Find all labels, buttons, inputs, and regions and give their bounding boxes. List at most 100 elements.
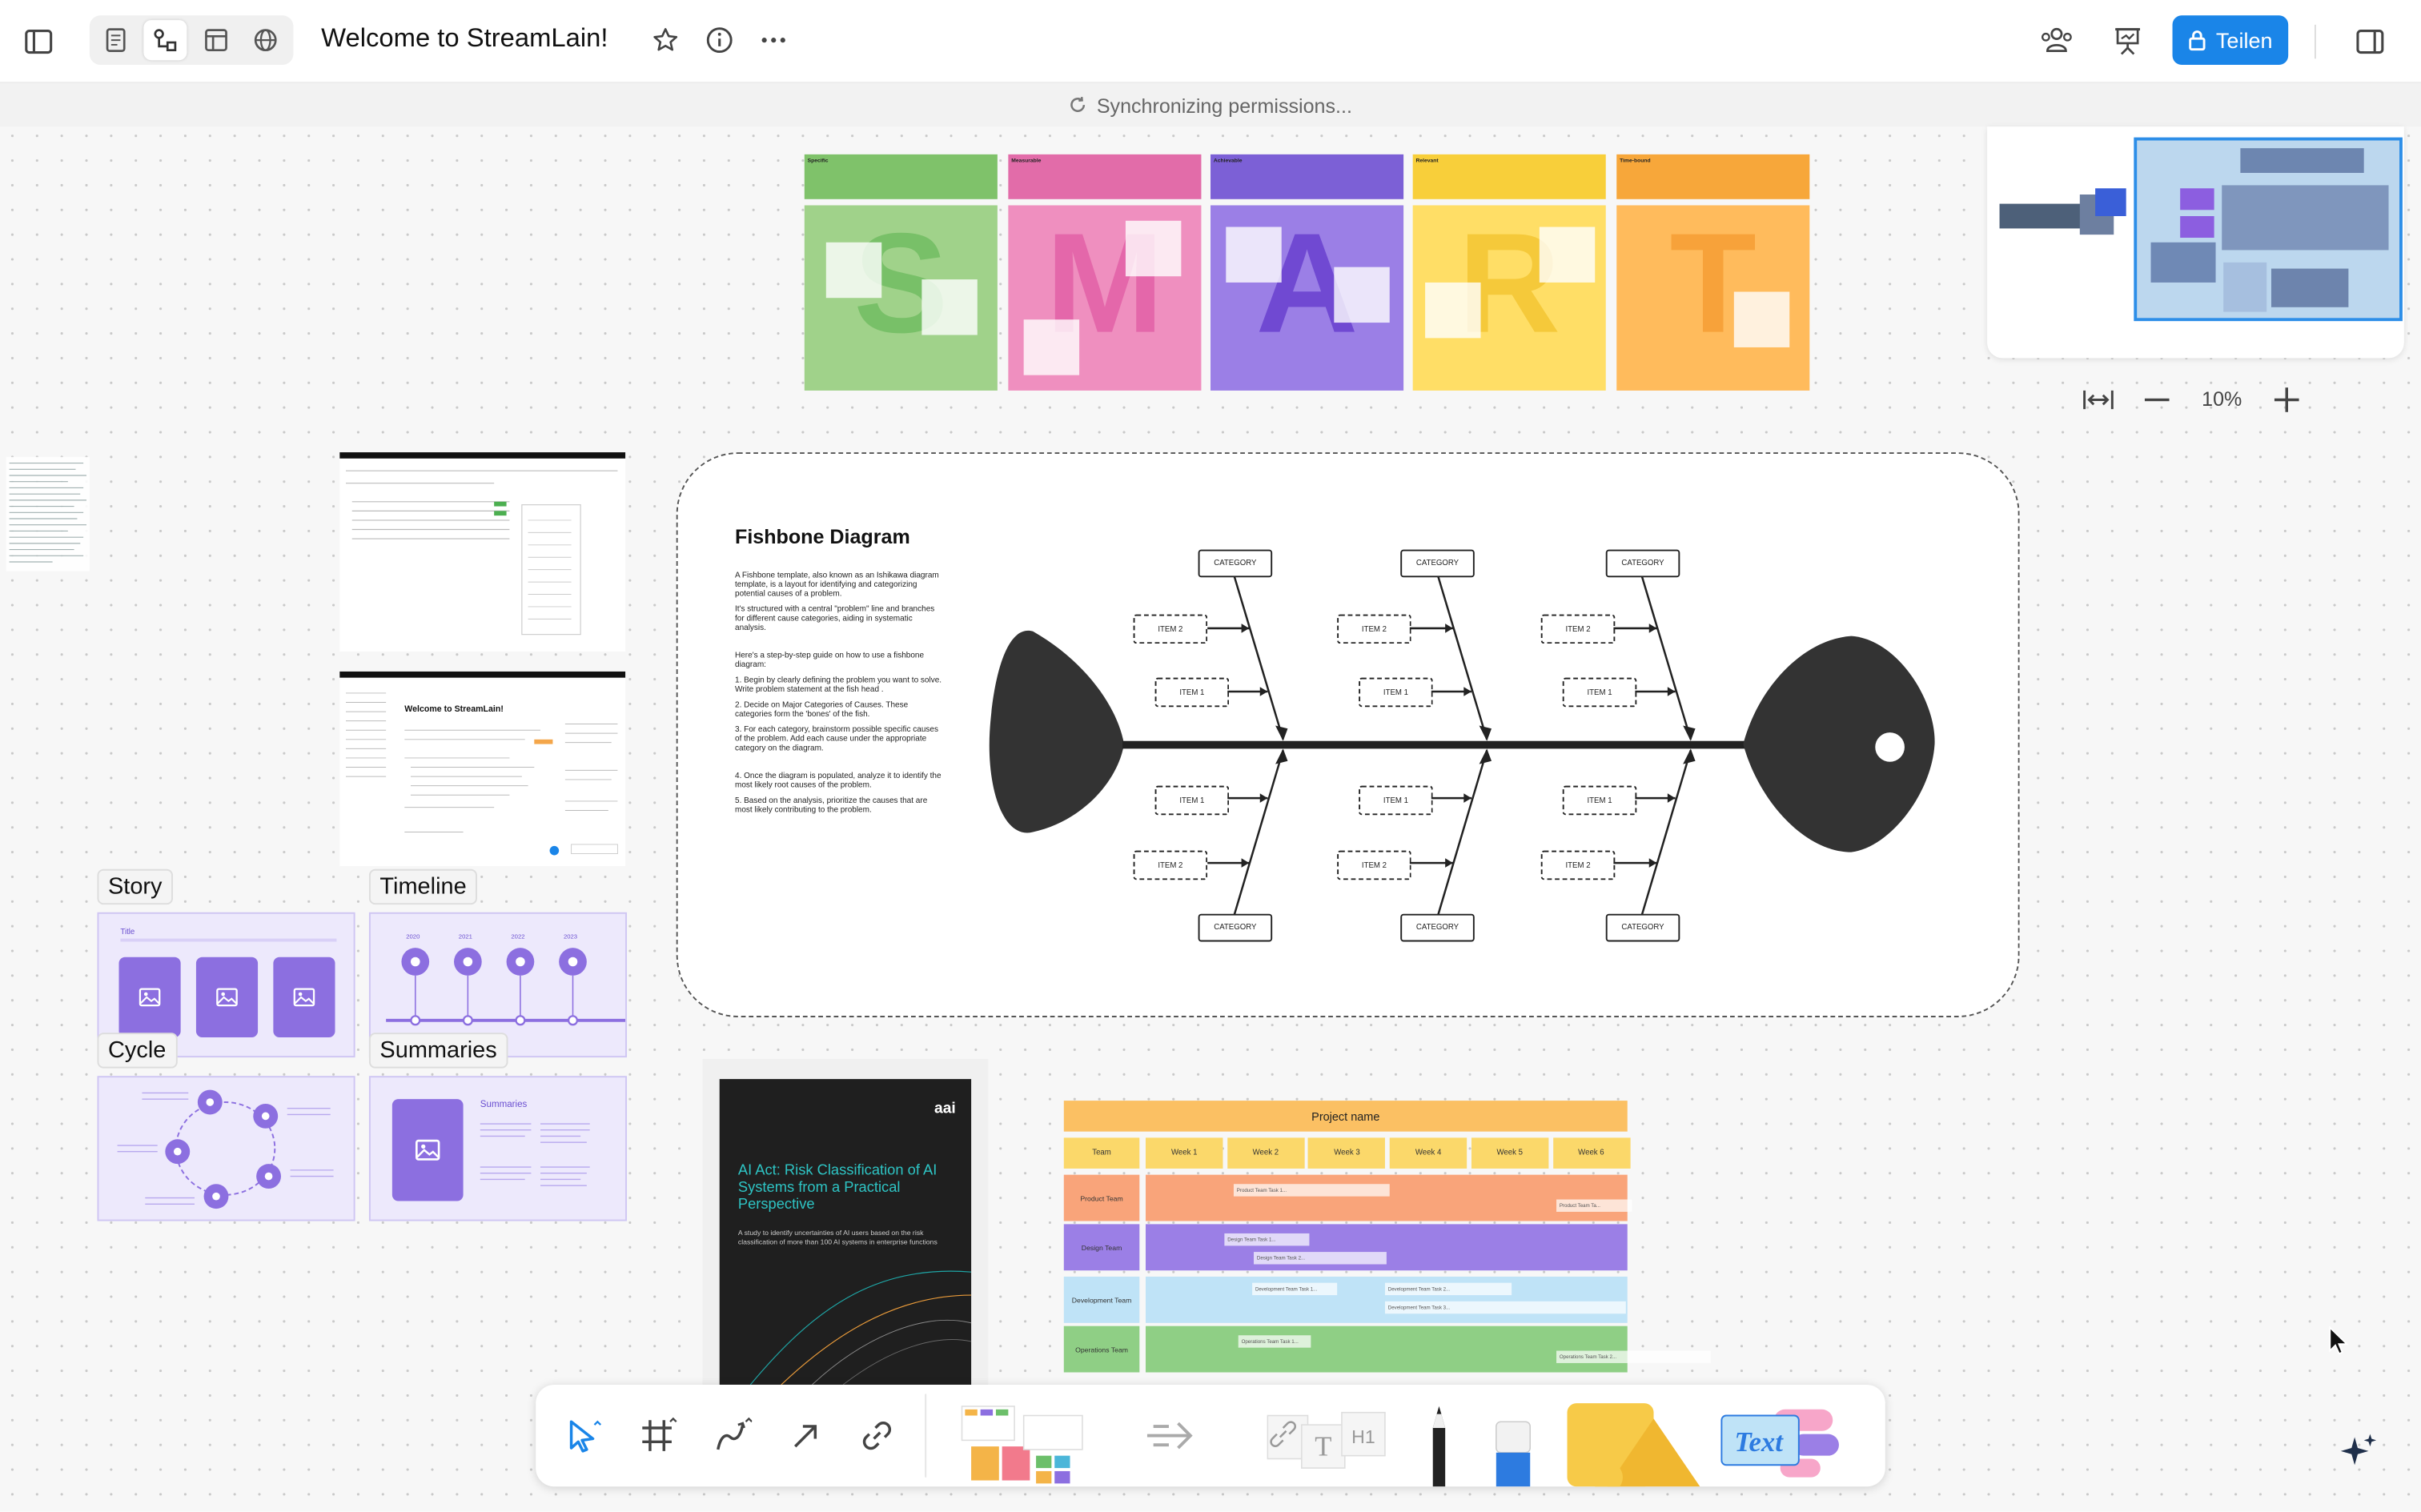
sticky-note[interactable]: [1125, 220, 1182, 277]
screenshot-doc-preview[interactable]: Welcome to StreamLain!: [339, 671, 626, 866]
pen-tool-icon[interactable]: [1416, 1400, 1463, 1487]
zoom-level[interactable]: 10%: [2188, 387, 2256, 411]
gantt-lane: Operations Team Task 1... Operations Team…: [1146, 1326, 1711, 1373]
zoom-in-icon[interactable]: [2268, 383, 2305, 416]
category-box[interactable]: CATEGORY: [1400, 913, 1475, 942]
category-box[interactable]: CATEGORY: [1605, 913, 1680, 942]
zoom-out-icon[interactable]: [2138, 383, 2175, 416]
cycle-template-card[interactable]: [97, 1076, 355, 1221]
item-box[interactable]: ITEM 2: [1133, 614, 1208, 644]
smart-column[interactable]: Specific S: [804, 154, 998, 391]
image-placeholder-icon: [118, 957, 181, 1038]
document-thumbnail[interactable]: [6, 456, 90, 572]
eraser-tool-icon[interactable]: [1487, 1416, 1540, 1487]
item-box[interactable]: ITEM 1: [1154, 785, 1230, 816]
connector-tool-icon[interactable]: [709, 1413, 755, 1459]
gantt-row[interactable]: Product Team Product Team Task 1... Produc…: [1063, 1174, 1632, 1221]
gantt-task-bar[interactable]: Development Team Task 2...: [1384, 1282, 1512, 1296]
view-mode-switcher: [89, 15, 294, 66]
shapes-tool-icon[interactable]: [1561, 1400, 1703, 1487]
item-box[interactable]: ITEM 1: [1154, 677, 1230, 708]
templates-tool-icon[interactable]: [956, 1400, 1089, 1486]
gantt-task-bar[interactable]: Operations Team Task 1...: [1238, 1335, 1311, 1348]
project-gantt[interactable]: Project name Team Week 1 Week 2 Week 3 Week …: [1063, 1101, 1711, 1375]
gantt-week-header: Week 3: [1308, 1137, 1386, 1169]
category-box[interactable]: CATEGORY: [1198, 913, 1273, 942]
svg-text:H1: H1: [1351, 1426, 1375, 1447]
gantt-task-bar[interactable]: Design Team Task 1...: [1224, 1233, 1310, 1246]
gantt-row[interactable]: Design Team Design Team Task 1... Design T…: [1063, 1224, 1628, 1271]
item-box[interactable]: ITEM 1: [1562, 677, 1637, 708]
sticky-note[interactable]: [1023, 319, 1080, 375]
item-box[interactable]: ITEM 2: [1337, 614, 1411, 644]
frame-tool-icon[interactable]: [635, 1413, 681, 1459]
text-stickers-tool-icon[interactable]: Text: [1719, 1400, 1842, 1480]
fit-to-screen-icon[interactable]: [2077, 383, 2120, 416]
smart-column[interactable]: Measurable M: [1008, 154, 1202, 391]
smart-column-header: Specific: [804, 154, 998, 199]
smart-column[interactable]: Achievable A: [1210, 154, 1404, 391]
link-tool-icon[interactable]: [854, 1413, 901, 1459]
category-box[interactable]: CATEGORY: [1198, 549, 1273, 578]
sticky-note[interactable]: [921, 279, 978, 335]
canvas[interactable]: Welcome to StreamLain! Teilen Synchroniz…: [0, 0, 2421, 1512]
sticky-note[interactable]: [1334, 267, 1390, 323]
more-options-icon[interactable]: [757, 23, 790, 57]
item-box[interactable]: ITEM 1: [1359, 677, 1433, 708]
flow-tool-icon[interactable]: [1141, 1413, 1202, 1459]
smart-column-body: T: [1616, 205, 1810, 391]
gantt-row[interactable]: Development Team Development Team Task 1.…: [1063, 1276, 1628, 1323]
collaborators-icon[interactable]: [2037, 20, 2077, 60]
zoom-controls: 10%: [2077, 379, 2308, 419]
ai-act-document[interactable]: aai AI Act: Risk Classification of AI Sy…: [702, 1059, 989, 1385]
item-box[interactable]: ITEM 1: [1359, 785, 1433, 816]
item-box[interactable]: ITEM 1: [1562, 785, 1637, 816]
divider: [2314, 24, 2316, 59]
arrow-tool-icon[interactable]: [783, 1413, 829, 1459]
category-box[interactable]: CATEGORY: [1605, 549, 1680, 578]
minimap[interactable]: [1987, 126, 2404, 359]
document-view-icon[interactable]: [94, 20, 138, 60]
share-button[interactable]: Teilen: [2172, 15, 2289, 66]
item-box[interactable]: ITEM 2: [1133, 850, 1208, 880]
gantt-task-bar[interactable]: Product Team Ta...: [1556, 1199, 1632, 1212]
screenshot-table-preview[interactable]: [339, 452, 626, 652]
sticky-note[interactable]: [1539, 227, 1596, 283]
gantt-task-bar[interactable]: Product Team Task 1...: [1233, 1184, 1390, 1197]
svg-text:Text: Text: [1734, 1426, 1784, 1458]
category-box[interactable]: CATEGORY: [1400, 549, 1475, 578]
sidebar-toggle-icon[interactable]: [18, 22, 58, 62]
gantt-task-bar[interactable]: Development Team Task 1...: [1252, 1282, 1338, 1296]
sticky-note[interactable]: [1425, 282, 1481, 339]
timeline-label: Timeline: [368, 868, 478, 905]
star-icon[interactable]: [648, 23, 682, 57]
share-button-label: Teilen: [2215, 27, 2273, 53]
gantt-task-bar[interactable]: Operations Team Task 2...: [1556, 1350, 1711, 1363]
gantt-task-bar[interactable]: Development Team Task 3...: [1384, 1301, 1626, 1314]
item-box[interactable]: ITEM 2: [1540, 850, 1616, 880]
layout-view-icon[interactable]: [195, 20, 238, 60]
smart-column[interactable]: Time-bound T: [1616, 154, 1810, 391]
sticky-note[interactable]: [1733, 291, 1790, 347]
svg-text:T: T: [1315, 1431, 1331, 1462]
smart-header-label: Time-bound: [1620, 157, 1651, 164]
whiteboard-view-icon[interactable]: [143, 20, 187, 61]
select-tool-icon[interactable]: [560, 1413, 607, 1459]
gantt-week-header: Week 1: [1146, 1137, 1223, 1169]
sticky-note[interactable]: [1226, 227, 1282, 283]
right-panel-toggle-icon[interactable]: [2350, 22, 2390, 62]
presentation-icon[interactable]: [2108, 20, 2148, 60]
gantt-task-bar[interactable]: Design Team Task 2...: [1254, 1252, 1387, 1265]
summaries-template-card[interactable]: Summaries: [368, 1076, 628, 1221]
text-and-link-tool-icon[interactable]: T H1: [1262, 1406, 1391, 1478]
web-view-icon[interactable]: [244, 20, 287, 60]
smart-column[interactable]: Relevant R: [1412, 154, 1606, 391]
sticky-note[interactable]: [825, 242, 882, 299]
info-icon[interactable]: [703, 23, 737, 57]
gantt-row[interactable]: Operations Team Operations Team Task 1...…: [1063, 1326, 1711, 1373]
item-box[interactable]: ITEM 2: [1540, 614, 1616, 644]
ai-assistant-icon[interactable]: [2331, 1423, 2387, 1478]
fishbone-diagram-frame[interactable]: Fishbone Diagram A Fishbone template, al…: [676, 452, 2020, 1017]
item-box[interactable]: ITEM 2: [1337, 850, 1411, 880]
document-title[interactable]: Welcome to StreamLain!: [321, 23, 608, 54]
